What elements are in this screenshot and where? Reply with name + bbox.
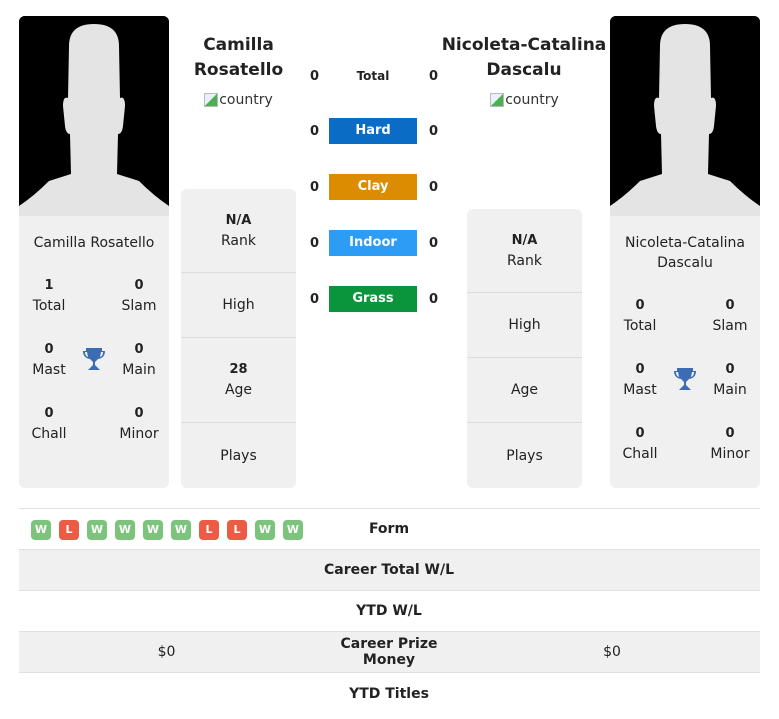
- form-badge-loss[interactable]: L: [227, 520, 247, 540]
- table-row: $0 Career Prize Money $0: [19, 632, 760, 673]
- surface-total-label: Total: [356, 69, 390, 83]
- player2-country-flag: country: [467, 92, 582, 108]
- p1-prize-money: $0: [157, 644, 176, 660]
- player2-name-heading[interactable]: Nicoleta-Catalina Dascalu: [440, 33, 608, 83]
- form-badge-win[interactable]: W: [87, 520, 107, 540]
- player1-slam-titles: 0 Slam: [121, 278, 157, 314]
- p1-hard-count: 0: [309, 123, 320, 139]
- player1-total-titles: 1 Total: [32, 278, 66, 314]
- p2-indoor-count: 0: [428, 235, 439, 251]
- row-label: YTD W/L: [356, 603, 422, 619]
- player1-card-name: Camilla Rosatello: [33, 235, 155, 251]
- player1-age: 28 Age: [181, 338, 296, 423]
- player2-card: Nicoleta-Catalina Dascalu 0 Total 0 Slam 0…: [610, 216, 760, 488]
- player2-photo: [610, 16, 760, 216]
- player2-rank: N/A Rank: [467, 209, 582, 293]
- surface-hard-button[interactable]: Hard: [329, 118, 417, 144]
- p1-indoor-count: 0: [309, 235, 320, 251]
- p2-clay-count: 0: [428, 179, 439, 195]
- form-badge-win[interactable]: W: [283, 520, 303, 540]
- form-badge-win[interactable]: W: [31, 520, 51, 540]
- player1-mast-titles: 0 Mast: [32, 342, 66, 378]
- player1-main-titles: 0 Main: [122, 342, 156, 378]
- player1-card: Camilla Rosatello 1 Total 0 Slam 0 Mast 0 Ma…: [19, 216, 169, 488]
- table-row: YTD Titles: [19, 673, 760, 714]
- player2-minor-titles: 0 Minor: [710, 426, 750, 462]
- broken-image-icon: [490, 93, 505, 107]
- form-badge-loss[interactable]: L: [199, 520, 219, 540]
- row-label: Career Total W/L: [324, 562, 454, 578]
- p1-total-count: 0: [309, 68, 320, 84]
- trophy-icon: [673, 366, 697, 392]
- row-label: Career Prize Money: [340, 636, 438, 668]
- table-row: Career Total W/L: [19, 550, 760, 591]
- p1-clay-count: 0: [309, 179, 320, 195]
- surface-row-indoor: 0 Indoor 0: [300, 229, 450, 257]
- player2-high: High: [467, 293, 582, 358]
- trophy-icon: [82, 346, 106, 372]
- surface-row-grass: 0 Grass 0: [300, 285, 450, 313]
- player2-info-box: N/A Rank High Age Plays: [467, 209, 582, 488]
- surface-indoor-button[interactable]: Indoor: [329, 230, 417, 256]
- p2-prize-money: $0: [603, 644, 621, 660]
- player1-high: High: [181, 273, 296, 338]
- player1-chall-titles: 0 Chall: [31, 406, 67, 442]
- player1-rank: N/A Rank: [181, 189, 296, 273]
- player1-info-box: N/A Rank High 28 Age Plays: [181, 189, 296, 488]
- surface-grass-button[interactable]: Grass: [329, 286, 417, 312]
- player2-plays: Plays: [506, 447, 543, 464]
- form-row: WLWWWWLLWW Form: [19, 509, 760, 550]
- player2-chall-titles: 0 Chall: [622, 426, 658, 462]
- player2-age: Age: [467, 358, 582, 423]
- form-badges: WLWWWWLLWW: [31, 520, 303, 540]
- surface-row-hard: 0 Hard 0: [300, 117, 450, 145]
- form-badge-win[interactable]: W: [255, 520, 275, 540]
- surface-clay-button[interactable]: Clay: [329, 174, 417, 200]
- player1-name-heading[interactable]: Camilla Rosatello: [181, 33, 296, 83]
- form-badge-win[interactable]: W: [171, 520, 191, 540]
- p1-grass-count: 0: [309, 291, 320, 307]
- player2-slam-titles: 0 Slam: [712, 298, 748, 334]
- p2-hard-count: 0: [428, 123, 439, 139]
- player2-card-name: Nicoleta-Catalina Dascalu: [625, 235, 745, 271]
- form-badge-win[interactable]: W: [115, 520, 135, 540]
- player-silhouette-icon: [610, 16, 760, 216]
- player2-mast-titles: 0 Mast: [623, 362, 657, 398]
- player2-main-titles: 0 Main: [713, 362, 747, 398]
- surface-row-total: 0 Total 0: [300, 62, 450, 90]
- form-badge-loss[interactable]: L: [59, 520, 79, 540]
- table-row: YTD W/L: [19, 591, 760, 632]
- player1-plays: Plays: [220, 447, 257, 464]
- player1-country-flag: country: [181, 92, 296, 108]
- broken-image-icon: [204, 93, 219, 107]
- player1-photo: [19, 16, 169, 216]
- player-silhouette-icon: [19, 16, 169, 216]
- form-badge-win[interactable]: W: [143, 520, 163, 540]
- form-label: Form: [368, 521, 410, 537]
- p2-grass-count: 0: [428, 291, 439, 307]
- comparison-table: WLWWWWLLWW Form Career Total W/L YTD W/L…: [19, 508, 760, 714]
- surface-row-clay: 0 Clay 0: [300, 173, 450, 201]
- player1-minor-titles: 0 Minor: [119, 406, 159, 442]
- row-label: YTD Titles: [349, 685, 429, 702]
- player2-total-titles: 0 Total: [623, 298, 657, 334]
